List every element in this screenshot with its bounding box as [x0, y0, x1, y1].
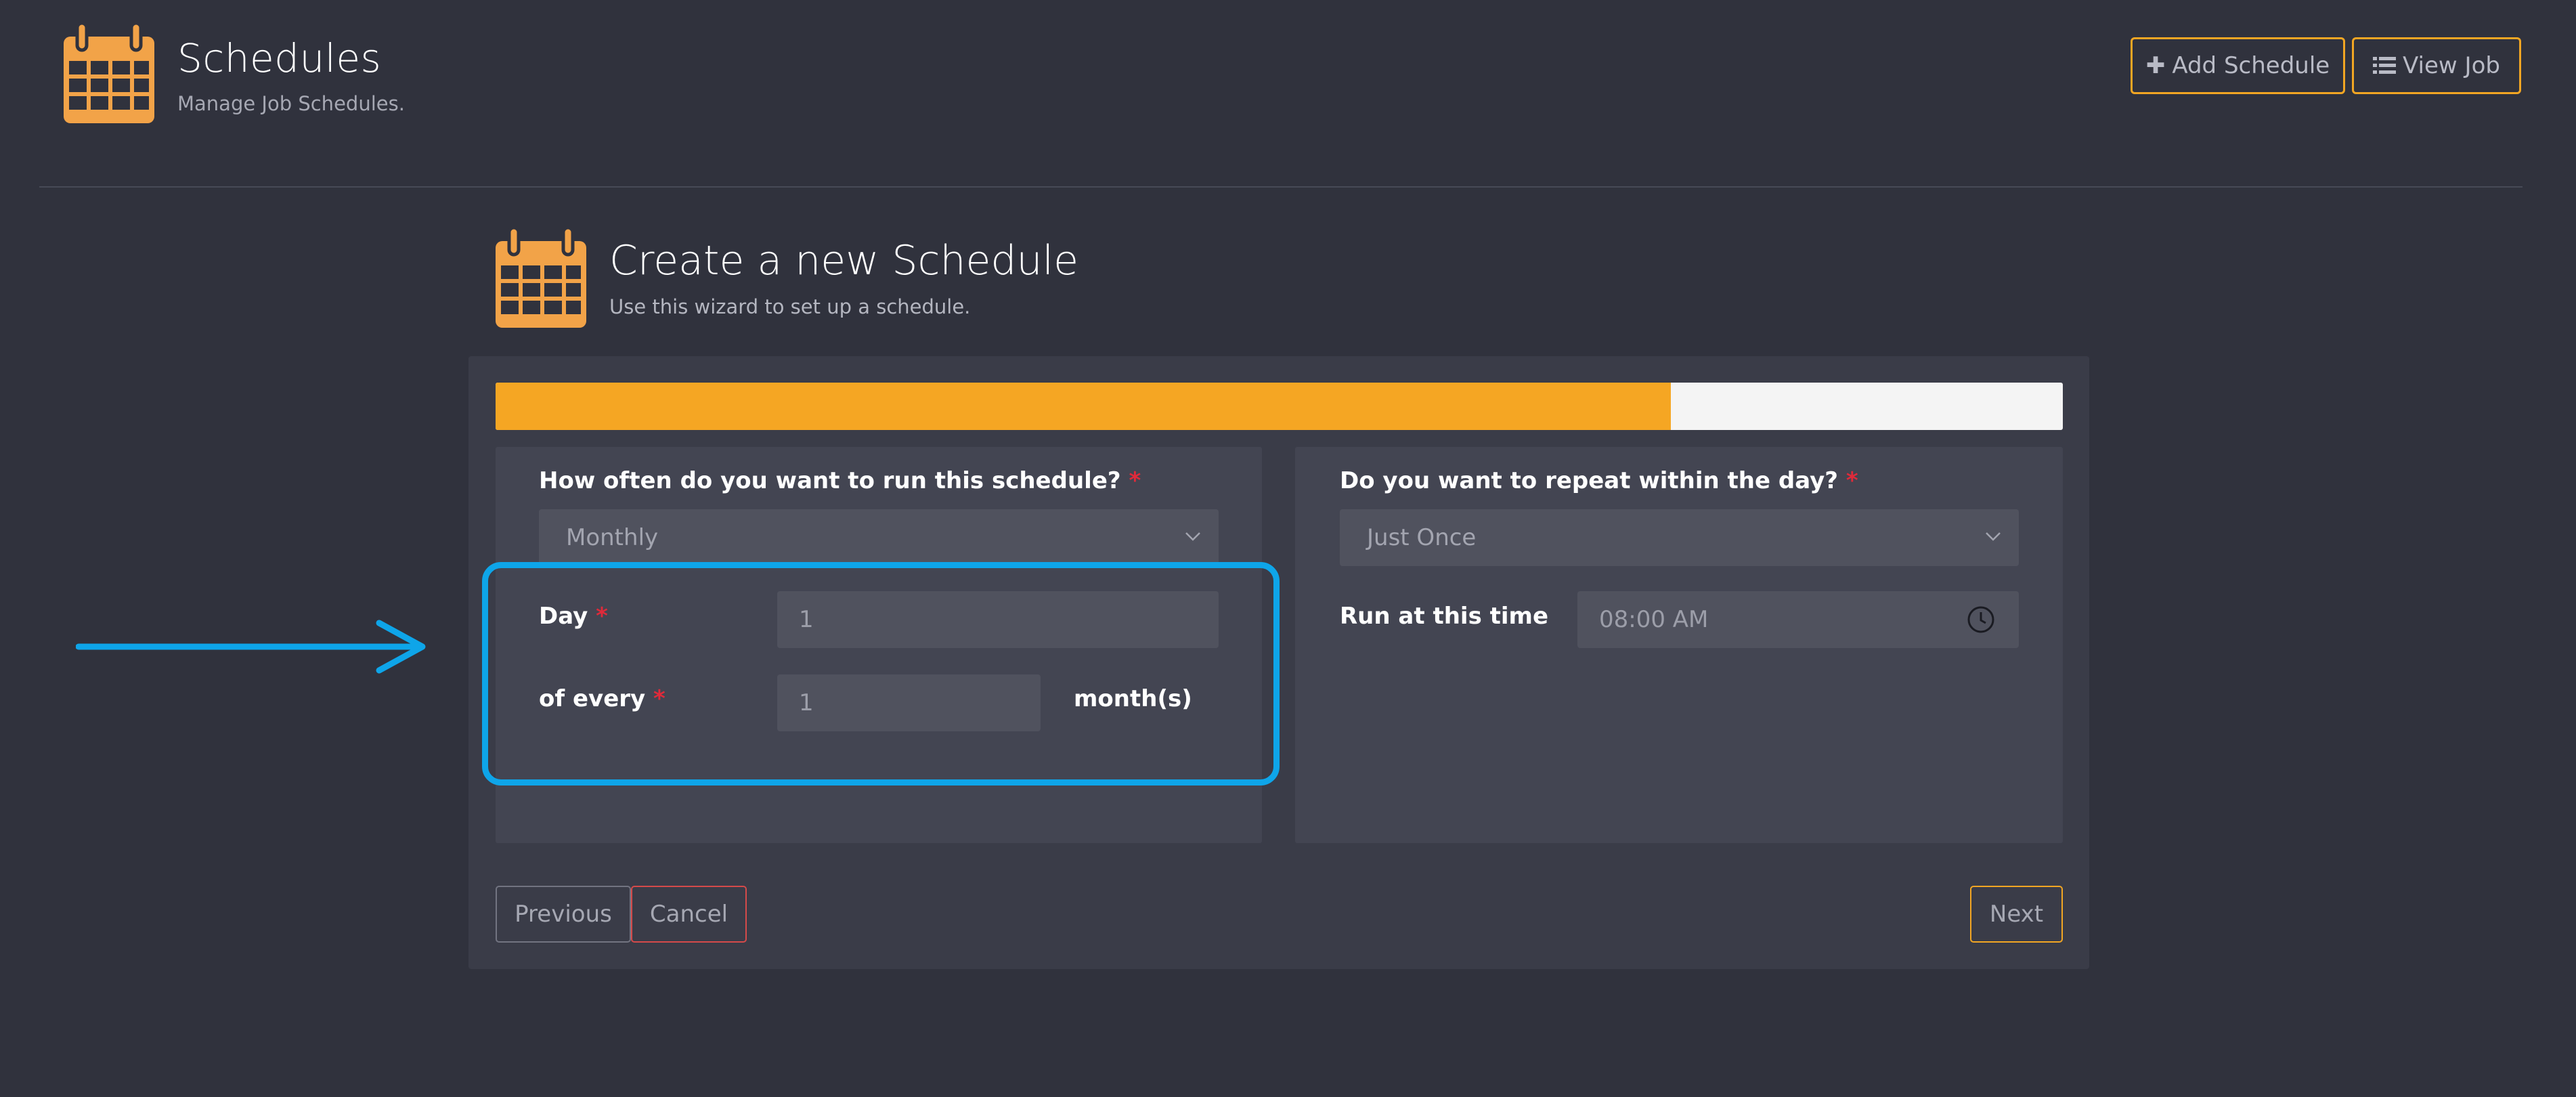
frequency-label: How often do you want to run this schedu… — [539, 467, 1141, 494]
run-time-input[interactable]: 08:00 AM — [1577, 591, 2019, 648]
highlight-box — [482, 562, 1280, 786]
wizard-title: Create a new Schedule — [609, 237, 1079, 284]
previous-button[interactable]: Previous — [496, 886, 631, 943]
run-time-label: Run at this time — [1340, 603, 1549, 630]
chevron-down-icon — [1185, 532, 1200, 541]
progress-bar — [496, 383, 2063, 430]
frequency-select[interactable]: Monthly — [539, 509, 1219, 566]
repeat-label: Do you want to repeat within the day? * — [1340, 467, 1858, 494]
run-time-value: 08:00 AM — [1599, 606, 1709, 633]
clock-icon[interactable] — [1966, 605, 1996, 634]
next-button[interactable]: Next — [1970, 886, 2063, 943]
required-mark: * — [1846, 467, 1858, 494]
plus-icon: ✚ — [2145, 52, 2166, 79]
page-subtitle: Manage Job Schedules. — [177, 92, 405, 115]
add-schedule-label: Add Schedule — [2172, 52, 2330, 79]
add-schedule-button[interactable]: ✚ Add Schedule — [2131, 37, 2345, 94]
wizard-subtitle: Use this wizard to set up a schedule. — [609, 295, 971, 318]
frequency-select-value: Monthly — [566, 524, 659, 551]
repeat-select[interactable]: Just Once — [1340, 509, 2019, 566]
arrow-right-icon — [76, 620, 426, 674]
list-icon — [2373, 57, 2397, 74]
header-divider — [39, 186, 2523, 188]
progress-fill — [496, 383, 1672, 430]
chevron-down-icon — [1986, 532, 2001, 541]
calendar-icon — [496, 225, 586, 328]
required-mark: * — [1129, 467, 1141, 494]
calendar-icon — [64, 21, 154, 123]
repeat-select-value: Just Once — [1367, 524, 1477, 551]
cancel-button[interactable]: Cancel — [631, 886, 747, 943]
view-job-label: View Job — [2403, 52, 2500, 79]
view-job-button[interactable]: View Job — [2352, 37, 2521, 94]
page-title: Schedules — [177, 35, 382, 81]
